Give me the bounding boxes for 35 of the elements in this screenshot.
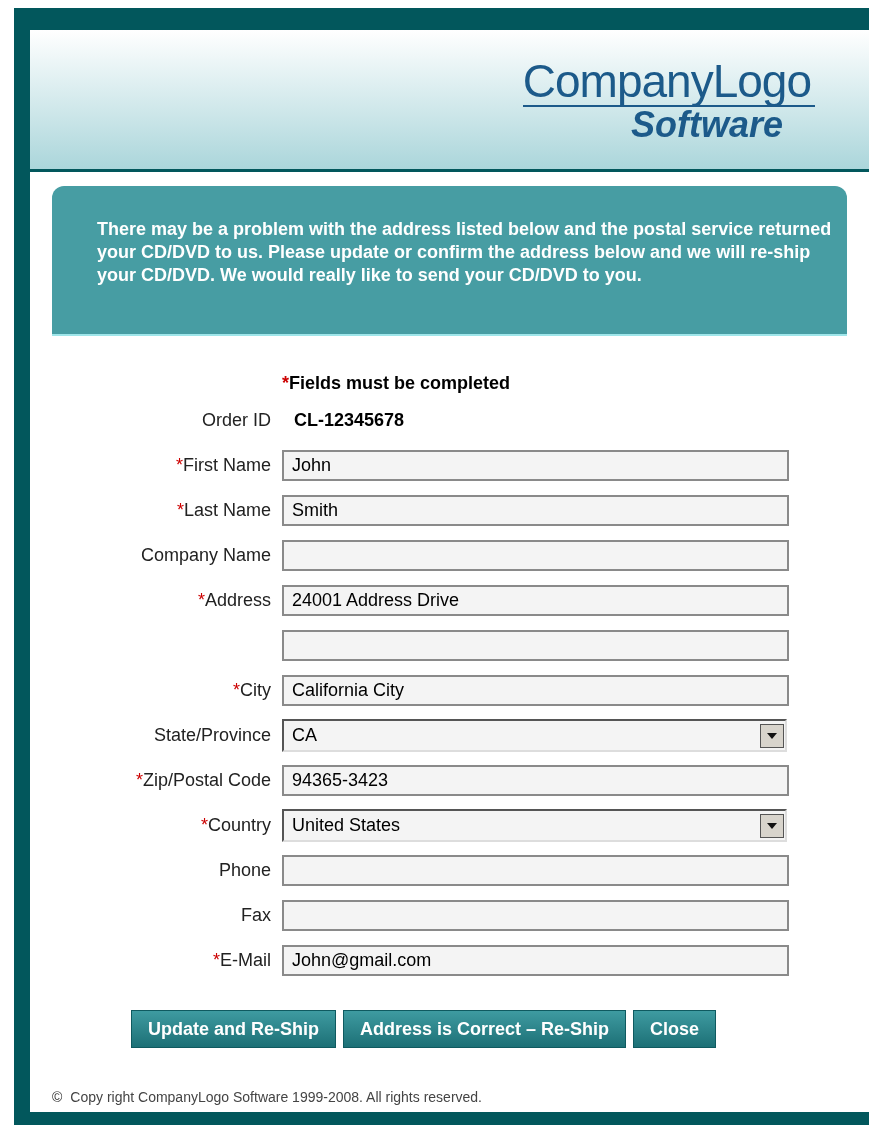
field-label: Order ID xyxy=(202,410,271,430)
action-button[interactable]: Address is Correct – Re-Ship xyxy=(343,1010,627,1048)
field-label: *Last Name xyxy=(176,500,271,520)
action-button[interactable]: Close xyxy=(633,1010,717,1048)
input-field[interactable]: California City xyxy=(282,675,789,706)
input-field[interactable]: John@gmail.com xyxy=(282,945,789,976)
field-label: Company Name xyxy=(140,545,271,565)
field-label: *Country xyxy=(200,815,271,835)
field-label: Fax xyxy=(241,905,271,925)
field-label: State/Province xyxy=(153,725,271,745)
caret-icon xyxy=(760,813,784,838)
input-field[interactable] xyxy=(282,540,789,571)
order-id-value: CL-12345678 xyxy=(293,409,405,432)
field-label: *E-Mail xyxy=(212,950,271,970)
required-note: *Fields must be completed xyxy=(282,373,511,393)
input-field[interactable] xyxy=(282,630,789,661)
input-field[interactable] xyxy=(282,900,789,931)
field-label: *City xyxy=(233,680,271,700)
field-label: *Zip/Postal Code xyxy=(135,770,271,790)
caret-icon xyxy=(760,723,784,748)
dropdown-field[interactable]: United States xyxy=(282,809,787,842)
copyright-text: Copy right CompanyLogo Software 1999-2008. All rights reserved. xyxy=(70,1088,482,1107)
input-field[interactable]: 94365-3423 xyxy=(282,765,789,796)
notice-text: There may be a problem with the address listed below and the postal service returned your CD/DVD to us. Please update or confirm the address below and we will re-ship your CD/DVD. We would really like to send your CD/DVD to you. xyxy=(97,218,833,287)
input-field[interactable]: 24001 Address Drive xyxy=(282,585,789,616)
field-label: Phone xyxy=(218,860,271,880)
company-logo: CompanyLogo Software xyxy=(522,56,815,143)
copyright-icon: © xyxy=(52,1087,63,1108)
input-field[interactable]: John xyxy=(282,450,789,481)
field-label: *Address xyxy=(197,590,271,610)
dropdown-field[interactable]: CA xyxy=(282,719,787,752)
field-label: *First Name xyxy=(175,455,271,475)
action-button[interactable]: Update and Re-Ship xyxy=(131,1010,336,1048)
input-field[interactable] xyxy=(282,855,789,886)
input-field[interactable]: Smith xyxy=(282,495,789,526)
